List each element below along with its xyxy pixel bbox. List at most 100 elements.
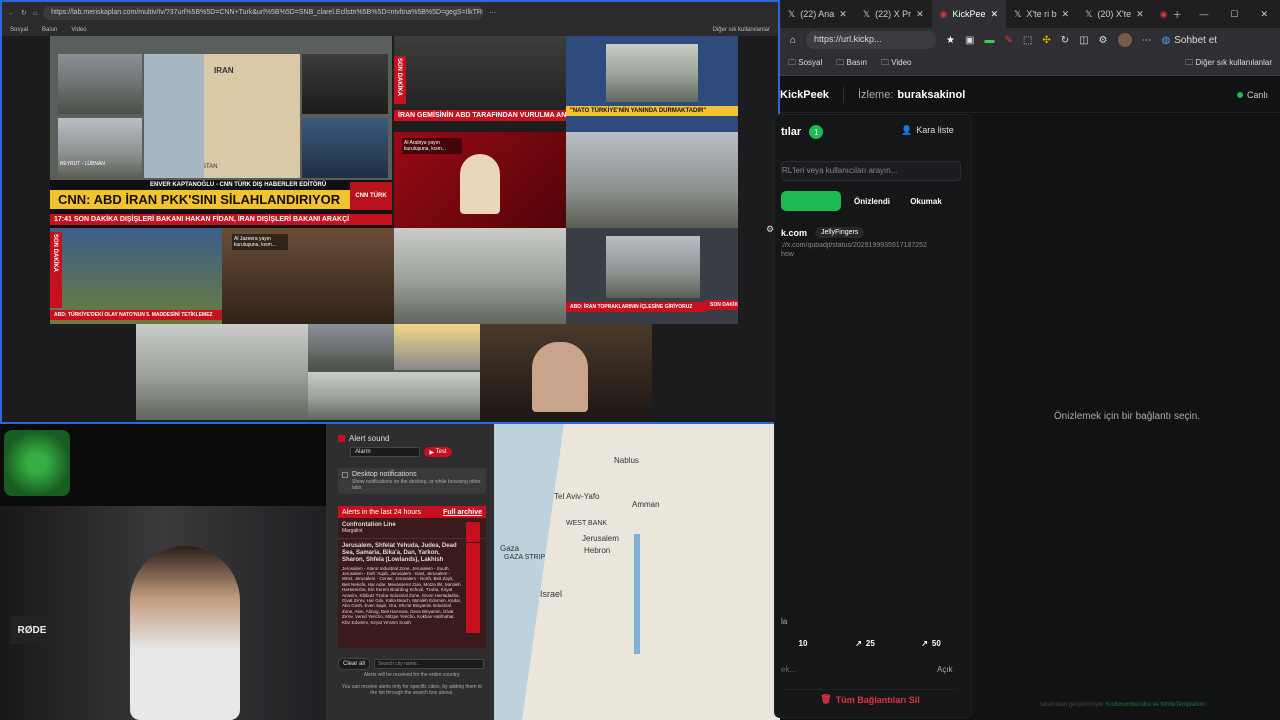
live-status: Canlı: [1236, 90, 1268, 100]
interview-stream[interactable]: Al Jazeera yayın kuruluşuna, kısm...: [222, 228, 394, 324]
settings-icon[interactable]: ⚙: [1099, 35, 1108, 46]
x-logo-icon: 𝕏: [862, 8, 871, 19]
refresh-icon[interactable]: ↻: [1061, 35, 1069, 46]
refresh-icon[interactable]: ↻: [21, 9, 27, 17]
extension-icon[interactable]: ✣: [1042, 35, 1050, 46]
x-logo-icon: 𝕏: [1085, 8, 1093, 19]
full-archive-link[interactable]: Full archive: [443, 509, 482, 516]
city-feed: [606, 44, 698, 102]
new-tab-button[interactable]: ◉ ＋: [1152, 0, 1190, 28]
clear-all-button[interactable]: Clear all: [338, 658, 371, 670]
bookmark-other[interactable]: Diğer sık kullanılanlar: [713, 27, 770, 33]
skyline-stream[interactable]: [394, 228, 566, 324]
more-icon[interactable]: ⋯: [1142, 35, 1152, 46]
delete-all-links-button[interactable]: 🗑 Tüm Bağlantıları Sil: [781, 689, 959, 709]
bookmark-video[interactable]: 🗀 Video: [881, 57, 912, 71]
home-icon[interactable]: ⌂: [33, 10, 37, 17]
close-icon: ✕: [1061, 8, 1070, 19]
maximize-icon[interactable]: ☐: [1230, 9, 1238, 20]
streamer: [130, 546, 240, 720]
extension-icon[interactable]: ⬚: [1023, 35, 1032, 46]
page-size-50[interactable]: ↗ 50: [905, 631, 957, 655]
tab-bar: 𝕏 (22) Ana ✕ 𝕏 (22) X Pr ✕ ◉ KickPee ✕ 𝕏 X'te r…: [780, 0, 1280, 28]
webcam-overlay-area: [0, 424, 326, 506]
url-bar[interactable]: https://url.kickp...: [806, 31, 937, 49]
preview-empty-message: Önizlemek için bir bağlantı seçin.: [1053, 410, 1201, 422]
cnn-turk-stream[interactable]: IRAN SUUDİ ARABİSTAN BEYRUT - LÜBNAN: [50, 36, 392, 180]
page-size-10[interactable]: 10: [781, 631, 825, 655]
bookmark-other[interactable]: 🗀 Diğer sık kullanılanlar: [1185, 57, 1272, 71]
bookmark-video[interactable]: Video: [71, 27, 86, 33]
alert-panel: Alert sound Alarm ▶ Test Desktop notific…: [326, 424, 494, 720]
cnn-ticker: 17:41 SON DAKİKA DIŞİŞLERİ BAKANI HAKAN …: [50, 214, 392, 225]
desktop-notifications-card: Desktop notifications Show notifications…: [338, 468, 486, 494]
press-conference-stream[interactable]: [480, 324, 652, 420]
extension-icon[interactable]: ✎: [1004, 35, 1012, 46]
tab-x-1[interactable]: 𝕏 (22) Ana ✕: [780, 0, 855, 28]
link-user-badge: JellyFingers: [815, 227, 865, 238]
tab-x-4[interactable]: 𝕏 (20) X'te ✕: [1077, 0, 1152, 28]
smoke-city-stream[interactable]: [566, 132, 738, 228]
anchor: [460, 154, 500, 214]
bookmark-sosyal[interactable]: Sosyal: [10, 27, 28, 33]
market-stream[interactable]: SON DAKİKA ABD: TÜRKİYE'DEKİ OLAY NATO'N…: [50, 228, 222, 324]
page-size-25[interactable]: ↗ 25: [839, 631, 891, 655]
back-icon[interactable]: ←: [8, 10, 15, 17]
favorite-star-icon[interactable]: ★: [946, 35, 955, 46]
extension-icon[interactable]: ▬: [984, 35, 994, 46]
extension-icon[interactable]: ▣: [965, 35, 974, 46]
close-window-icon[interactable]: ✕: [1260, 9, 1268, 20]
desktop-notif-checkbox[interactable]: [342, 471, 348, 478]
alert-sound-select[interactable]: Alarm: [350, 447, 420, 457]
alert-item[interactable]: Confrontation Line Margaliot: [338, 518, 486, 542]
app-title: KickPeek: [780, 88, 829, 101]
settings-gear-icon[interactable]: ⚙: [766, 224, 774, 235]
settings-input[interactable]: ek...: [781, 661, 917, 681]
extensions-icon[interactable]: ⋯: [489, 9, 496, 17]
link-search-input[interactable]: RL'leri veya kullanıcıları arayın...: [781, 161, 961, 181]
link-list-item[interactable]: k.com JellyFingers ://x.com/qubadjt/stat…: [781, 227, 967, 275]
bookmark-sosyal[interactable]: 🗀 Sosyal: [788, 57, 822, 71]
alert-sound-checkbox[interactable]: [338, 435, 345, 442]
iran-map-graphic: IRAN SUUDİ ARABİSTAN: [144, 54, 300, 178]
external-link-icon: ↗: [921, 638, 928, 648]
left-url-bar[interactable]: https://lab.meriskaplan.com/multiv/tv/?3…: [43, 6, 484, 20]
copilot-icon: ◍: [1161, 34, 1171, 46]
tab-previewed[interactable]: Önizlendi: [849, 191, 895, 211]
live-dot-icon: [1236, 91, 1243, 98]
profile-avatar[interactable]: [1117, 33, 1132, 47]
preview-pane: Önizlemek için bir bağlantı seçin. taraf…: [1040, 410, 1205, 709]
toggle-state[interactable]: Açık: [937, 665, 953, 674]
city-search-input[interactable]: Search city name...: [374, 659, 485, 669]
al-arabiya-stream[interactable]: Al Arabiya yayın kuruluşuna, kısm...: [394, 132, 566, 228]
tab-x-3[interactable]: 𝕏 X'te ri b ✕: [1006, 0, 1077, 28]
smoke-studio-stream[interactable]: ABD: İRAN TOPRAKLARININ İÇLESİNE GİRİYOR…: [566, 228, 738, 324]
israel-map[interactable]: Tel Aviv-Yafo WEST BANK Amman Jerusalem …: [494, 424, 780, 720]
copilot-button[interactable]: ◍ Sohbet et: [1162, 35, 1218, 46]
x-logo-icon: 𝕏: [788, 8, 796, 19]
guest-commentator: [302, 118, 388, 178]
tab-unread[interactable]: Okunmamış: [781, 191, 841, 211]
tab-kickpeek[interactable]: ◉ KickPee ✕: [931, 0, 1007, 28]
multi-cam-stream[interactable]: [308, 324, 480, 420]
blacklist-button[interactable]: 👤 Kara liste: [901, 125, 954, 136]
left-browser-toolbar: ← ↻ ⌂ https://lab.meriskaplan.com/multiv…: [2, 2, 778, 24]
test-button[interactable]: ▶ Test: [424, 447, 452, 457]
bookmark-basin[interactable]: Basın: [42, 27, 57, 33]
bookmark-basin[interactable]: 🗀 Basın: [836, 57, 867, 71]
home-icon[interactable]: ⌂: [790, 35, 796, 46]
cnn-lower-third: ENVER KAPTANOĞLU - CNN TÜRK DIŞ HABERLER…: [50, 180, 392, 228]
ship-strike-stream[interactable]: İRAN GEMİSİNİN ABD TARAFINDAN VURULMA AN…: [394, 36, 566, 132]
trash-icon: 🗑: [820, 694, 832, 704]
x-logo-icon: 𝕏: [1014, 8, 1022, 19]
alert-item[interactable]: Jerusalem, Shfelat Yehuda, Judea, Dead S…: [338, 539, 486, 633]
nato-stream[interactable]: "NATO TÜRKİYE'NİN YANINDA DURMAKTADIR": [566, 36, 738, 132]
tab-read[interactable]: Okumak: [903, 191, 949, 211]
minimize-icon[interactable]: —: [1199, 9, 1208, 20]
kickpeek-icon: ◉: [939, 8, 948, 19]
city-panorama-stream[interactable]: [136, 324, 308, 420]
browser-toolbar: ⌂ https://url.kickp... ★ ▣ ▬ ✎ ⬚ ✣ ↻ ◫ ⚙…: [780, 28, 1280, 52]
sidebar-icon[interactable]: ◫: [1079, 35, 1088, 46]
tab-x-2[interactable]: 𝕏 (22) X Pr ✕: [855, 0, 932, 28]
jar-overlay-icon: [4, 430, 70, 496]
